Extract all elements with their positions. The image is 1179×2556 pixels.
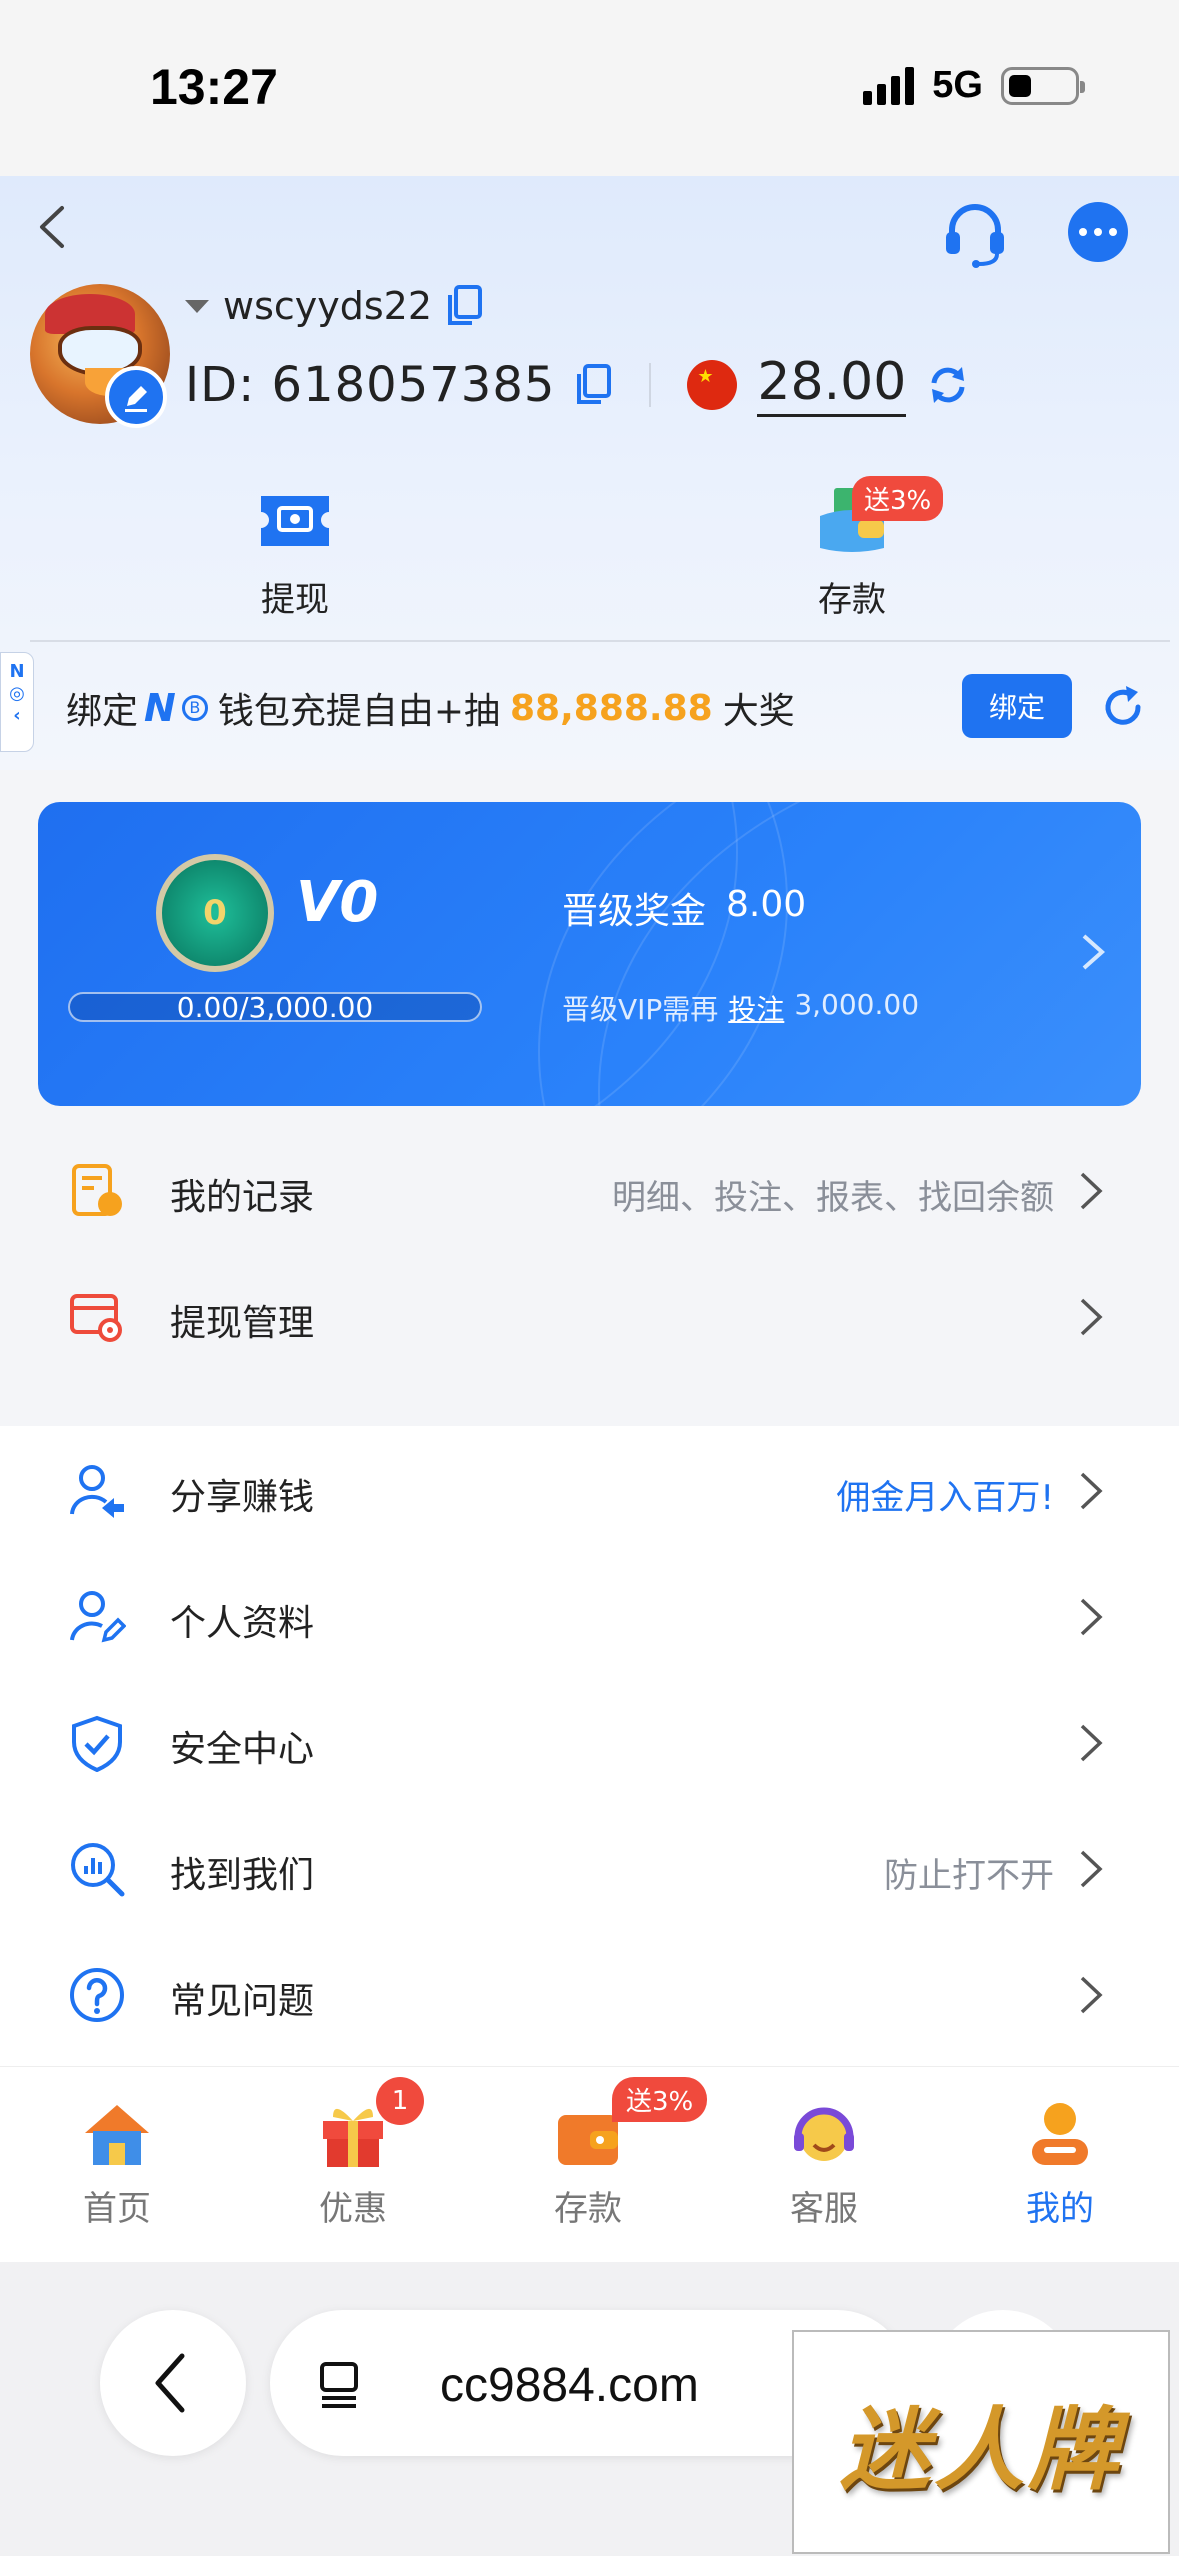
bind-button[interactable]: 绑定 (962, 674, 1072, 738)
question-icon (70, 1968, 124, 2022)
vip-progress-text: 0.00/3,000.00 (176, 991, 374, 1024)
chevron-right-icon (1080, 1472, 1103, 1510)
bottom-tab-bar: 首页 优惠 1 存款 送3% 客服 我的 (0, 2066, 1179, 2262)
chevron-right-icon (1082, 934, 1106, 970)
support-agent-icon (794, 2107, 854, 2161)
vip-need-label: 晋级VIP需再 (562, 993, 719, 1026)
china-flag-icon: ★ (687, 359, 738, 410)
chevron-right-icon (1080, 1976, 1103, 2014)
vip-level: V0 (296, 870, 379, 935)
tab-label: 我的 (1026, 2189, 1094, 2229)
chevron-right-icon (1080, 1598, 1103, 1636)
menu-group-account: 分享赚钱 佣金月入百万! 个人资料 安全中心 找到我们 防止打不开 常见问题 (0, 1426, 1179, 2066)
tab-mine[interactable]: 我的 (990, 2097, 1130, 2230)
bind-middle-text: 钱包充提自由+抽 (217, 691, 500, 732)
battery-icon (1001, 66, 1085, 105)
network-label: 5G (932, 64, 983, 106)
find-us-icon (71, 1843, 125, 1897)
menu-item-find-us[interactable]: 找到我们 防止打不开 (0, 1804, 1179, 1930)
menu-group-records: 我的记录 明细、投注、报表、找回余额 提现管理 (0, 1106, 1179, 1396)
bind-prefix: 绑定 (66, 691, 139, 732)
tab-home[interactable]: 首页 (47, 2097, 187, 2230)
withdraw-label: 提现 (261, 580, 329, 620)
refresh-icon[interactable] (1098, 682, 1148, 732)
username: wscyyds22 (223, 284, 433, 328)
bind-wallet-banner: N ◎ ‹ 绑定 N B 钱包充提自由+抽 88,888.88 大奖 绑定 (0, 644, 1179, 770)
headset-icon[interactable] (940, 198, 1010, 268)
menu-label: 常见问题 (170, 1981, 315, 2022)
vip-bet-link[interactable]: 投注 (728, 988, 784, 1028)
vip-medal-icon: 0 (156, 854, 274, 972)
shield-check-icon (72, 1715, 122, 1772)
tab-label: 客服 (790, 2189, 858, 2229)
watermark-logo: 迷人牌 (792, 2330, 1170, 2554)
tab-label: 优惠 (319, 2189, 387, 2229)
menu-label: 我的记录 (170, 1177, 315, 1218)
nb-coin-icon: B (181, 695, 208, 721)
divider (30, 640, 1170, 642)
menu-extra: 防止打不开 (884, 1856, 1054, 1896)
side-drawer-tab[interactable]: N ◎ ‹ (0, 652, 34, 752)
withdraw-icon (261, 496, 329, 546)
menu-label: 找到我们 (170, 1855, 315, 1896)
copy-username-icon[interactable] (446, 285, 484, 327)
menu-item-profile[interactable]: 个人资料 (0, 1552, 1179, 1678)
menu-item-share-earn[interactable]: 分享赚钱 佣金月入百万! (0, 1426, 1179, 1552)
vip-need-value: 3,000.00 (794, 988, 920, 1021)
profile-icon (1032, 2103, 1088, 2165)
menu-extra: 明细、投注、报表、找回余额 (612, 1178, 1054, 1218)
profile-edit-icon (70, 1591, 126, 1643)
signal-icon (863, 66, 915, 105)
back-icon[interactable] (30, 202, 74, 252)
vip-bonus-value: 8.00 (726, 884, 807, 925)
copy-id-icon[interactable] (575, 363, 613, 406)
home-icon (85, 2105, 149, 2165)
profile-header: wscyyds22 ID: 618057385 ★ 28.00 提现 存款 送3… (0, 176, 1179, 770)
vip-card[interactable]: 0 V0 0.00/3,000.00 晋级奖金 8.00 晋级VIP需再 投注 … (38, 802, 1141, 1106)
refresh-balance-icon[interactable] (926, 363, 970, 407)
message-icon[interactable] (1068, 202, 1128, 262)
menu-item-withdraw-management[interactable]: 提现管理 (0, 1252, 1179, 1378)
chevron-right-icon (1080, 1850, 1103, 1888)
url-text: cc9884.com (440, 2359, 699, 2412)
balance: 28.00 (757, 352, 907, 417)
status-time: 13:27 (150, 59, 278, 115)
browser-back-button[interactable] (100, 2310, 246, 2456)
menu-extra: 佣金月入百万! (836, 1478, 1054, 1518)
menu-label: 提现管理 (170, 1303, 315, 1344)
chevron-left-icon (155, 2353, 185, 2413)
menu-label: 个人资料 (170, 1603, 315, 1644)
account-dropdown-icon[interactable] (185, 299, 209, 313)
nb-wallet-logo: N (144, 686, 176, 730)
chevron-right-icon (1080, 1172, 1103, 1210)
tab-label: 存款 (554, 2189, 622, 2229)
vip-progress-bar: 0.00/3,000.00 (68, 992, 482, 1022)
deposit-label: 存款 (818, 580, 886, 620)
watermark-text: 迷人牌 (840, 2397, 1122, 2503)
tabs-list-icon[interactable] (316, 2358, 368, 2410)
menu-item-records[interactable]: 我的记录 明细、投注、报表、找回余额 (0, 1126, 1179, 1252)
menu-label: 安全中心 (170, 1729, 315, 1770)
menu-label: 分享赚钱 (170, 1477, 315, 1518)
records-icon (72, 1164, 122, 1216)
withdraw-button[interactable]: 提现 (195, 486, 395, 621)
bind-suffix: 大奖 (722, 691, 795, 732)
promo-count-badge: 1 (376, 2077, 424, 2125)
tab-support[interactable]: 客服 (754, 2097, 894, 2230)
share-earn-icon (70, 1465, 124, 1518)
status-bar: 13:27 5G (0, 0, 1179, 176)
deposit-bonus-badge: 送3% (852, 476, 944, 521)
deposit-bonus-tab-badge: 送3% (612, 2077, 708, 2122)
chevron-right-icon (1080, 1298, 1103, 1336)
divider (649, 362, 652, 407)
edit-avatar-icon[interactable] (105, 366, 167, 428)
menu-item-security[interactable]: 安全中心 (0, 1678, 1179, 1804)
withdraw-settings-icon (70, 1294, 122, 1342)
prize-amount: 88,888.88 (510, 687, 713, 729)
chevron-right-icon (1080, 1724, 1103, 1762)
menu-item-faq[interactable]: 常见问题 (0, 1930, 1179, 2056)
user-id: ID: 618057385 (185, 356, 556, 413)
vip-bonus-label: 晋级奖金 (562, 891, 707, 932)
tab-label: 首页 (83, 2189, 151, 2229)
